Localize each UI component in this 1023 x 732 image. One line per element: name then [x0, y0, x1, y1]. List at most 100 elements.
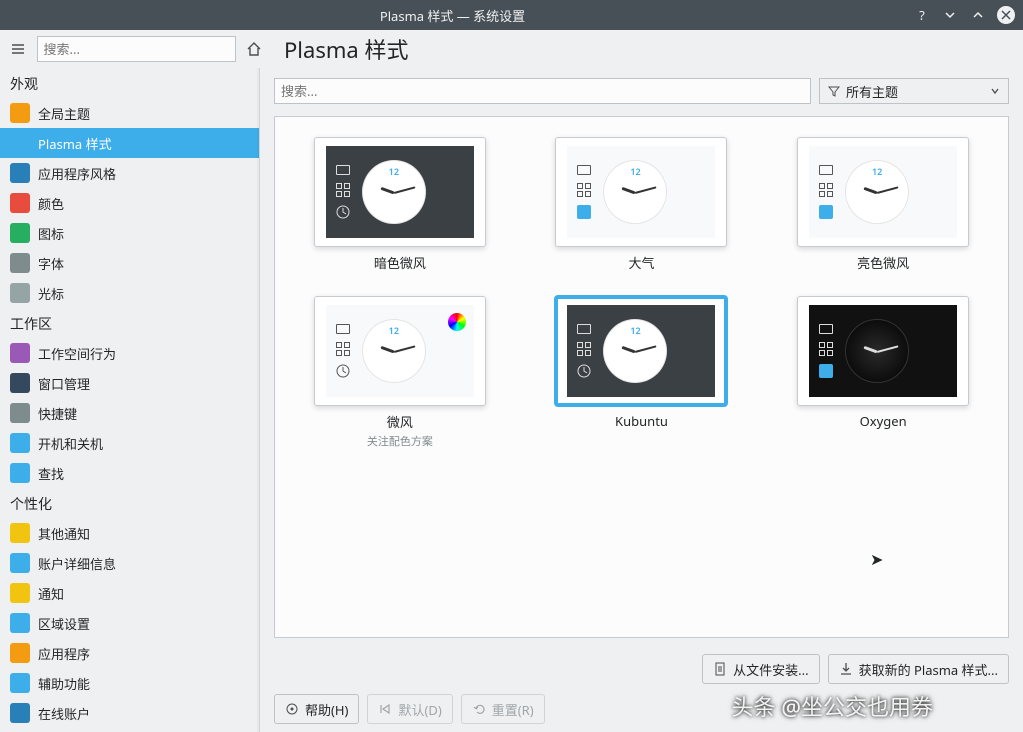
filter-label: 所有主题	[846, 82, 898, 101]
sidebar-item[interactable]: 全局主题	[0, 98, 259, 128]
theme-name: 亮色微风	[857, 253, 909, 272]
sidebar-item-label: 查找	[38, 464, 64, 483]
theme-name: 大气	[628, 253, 654, 272]
theme-thumbnail	[797, 296, 969, 406]
sidebar-item[interactable]: 开机和关机	[0, 428, 259, 458]
theme-thumbnail: 12	[797, 137, 969, 247]
sidebar-item-label: 辅助功能	[38, 674, 90, 693]
theme-thumbnail: 12	[555, 296, 727, 406]
help-button[interactable]: 帮助(H)	[274, 694, 359, 724]
sidebar-item[interactable]: 其他通知	[0, 518, 259, 548]
maximize-icon[interactable]	[969, 6, 987, 24]
theme-name: Kubuntu	[615, 412, 668, 430]
sidebar-item-label: 应用程序风格	[38, 164, 116, 183]
sidebar-item-label: 在线账户	[38, 704, 90, 723]
sidebar-item-label: 区域设置	[38, 614, 90, 633]
nav-icon	[10, 253, 30, 273]
sidebar-item-label: 窗口管理	[38, 374, 90, 393]
theme-grid: 12暗色微风 12 大气 12 亮色微风 12 微风关注配色方案 12 Kubuntu Oxyge…	[274, 116, 1009, 638]
sidebar-item[interactable]: Plasma 样式	[0, 128, 259, 158]
nav-icon	[10, 133, 30, 153]
theme-card[interactable]: 12 微风关注配色方案	[299, 296, 501, 449]
sidebar-item[interactable]: 应用程序风格	[0, 158, 259, 188]
sidebar-item-label: 快捷键	[38, 404, 77, 423]
sidebar-item[interactable]: 图标	[0, 218, 259, 248]
nav-icon	[10, 223, 30, 243]
theme-name: Oxygen	[860, 412, 907, 430]
sidebar-item-label: 颜色	[38, 194, 64, 213]
sidebar-item-label: 其他通知	[38, 524, 90, 543]
nav-icon	[10, 433, 30, 453]
reset-button: 重置(R)	[461, 694, 545, 724]
sidebar-item[interactable]: 窗口管理	[0, 368, 259, 398]
theme-card[interactable]: 12 亮色微风	[782, 137, 984, 272]
sidebar-item[interactable]: 工作空间行为	[0, 338, 259, 368]
theme-card[interactable]: 12 Kubuntu	[541, 296, 743, 449]
theme-thumbnail: 12	[314, 296, 486, 406]
sidebar-item[interactable]: 快捷键	[0, 398, 259, 428]
sidebar-item[interactable]: 通知	[0, 578, 259, 608]
sidebar-item-label: 全局主题	[38, 104, 90, 123]
content-area: 所有主题 12暗色微风 12 大气 12 亮色微风 12 微风关注配色方案 12 Kubuntu…	[260, 68, 1023, 732]
install-from-file-button[interactable]: 从文件安装...	[702, 654, 819, 684]
chevron-down-icon	[990, 86, 1000, 96]
sidebar-item-label: 应用程序	[38, 644, 90, 663]
theme-name: 微风	[387, 412, 413, 431]
sidebar-item-label: 光标	[38, 284, 64, 303]
sidebar-search-input[interactable]	[37, 36, 236, 62]
theme-card[interactable]: Oxygen	[782, 296, 984, 449]
nav-icon	[10, 343, 30, 363]
theme-subtitle: 关注配色方案	[367, 433, 433, 449]
nav-icon	[10, 553, 30, 573]
sidebar-item[interactable]: 区域设置	[0, 608, 259, 638]
undo-icon	[472, 702, 486, 716]
nav-icon	[10, 373, 30, 393]
sidebar-item-label: 账户详细信息	[38, 554, 116, 573]
theme-filter-select[interactable]: 所有主题	[819, 78, 1009, 104]
sidebar-section-header: 个性化	[0, 488, 259, 518]
theme-card[interactable]: 12暗色微风	[299, 137, 501, 272]
nav-icon	[10, 523, 30, 543]
sidebar-item-label: Plasma 样式	[38, 134, 112, 153]
sidebar-item[interactable]: 查找	[0, 458, 259, 488]
sidebar-item[interactable]: 应用程序	[0, 638, 259, 668]
nav-icon	[10, 463, 30, 483]
theme-card[interactable]: 12 大气	[541, 137, 743, 272]
sidebar-item[interactable]: 颜色	[0, 188, 259, 218]
page-title: Plasma 样式	[272, 33, 409, 65]
sidebar-item-label: 工作空间行为	[38, 344, 116, 363]
theme-search-input[interactable]	[274, 78, 811, 104]
nav-icon	[10, 703, 30, 723]
help-icon[interactable]: ?	[913, 6, 931, 24]
defaults-button: 默认(D)	[367, 694, 452, 724]
hamburger-icon[interactable]	[6, 36, 31, 62]
window-title: Plasma 样式 — 系统设置	[0, 6, 905, 25]
sidebar-item[interactable]: 光标	[0, 278, 259, 308]
sidebar: 外观全局主题Plasma 样式应用程序风格颜色图标字体光标工作区工作空间行为窗口…	[0, 68, 260, 732]
sidebar-section-header: 外观	[0, 68, 259, 98]
nav-icon	[10, 643, 30, 663]
gear-icon	[285, 702, 299, 716]
top-toolbar: Plasma 样式	[0, 30, 1023, 68]
sidebar-item[interactable]: 辅助功能	[0, 668, 259, 698]
nav-icon	[10, 103, 30, 123]
filter-icon	[828, 85, 840, 97]
nav-icon	[10, 613, 30, 633]
sidebar-item-label: 开机和关机	[38, 434, 103, 453]
sidebar-item[interactable]: 在线账户	[0, 698, 259, 728]
theme-thumbnail: 12	[555, 137, 727, 247]
close-icon[interactable]	[997, 6, 1015, 24]
nav-icon	[10, 673, 30, 693]
sidebar-item-label: 通知	[38, 584, 64, 603]
sidebar-item[interactable]: 账户详细信息	[0, 548, 259, 578]
minimize-icon[interactable]	[941, 6, 959, 24]
home-icon[interactable]	[242, 36, 267, 62]
download-icon	[839, 662, 853, 676]
sidebar-item-label: 图标	[38, 224, 64, 243]
nav-icon	[10, 283, 30, 303]
get-new-styles-button[interactable]: 获取新的 Plasma 样式...	[828, 654, 1009, 684]
nav-icon	[10, 403, 30, 423]
nav-icon	[10, 163, 30, 183]
sidebar-item[interactable]: 字体	[0, 248, 259, 278]
document-icon	[713, 662, 727, 676]
